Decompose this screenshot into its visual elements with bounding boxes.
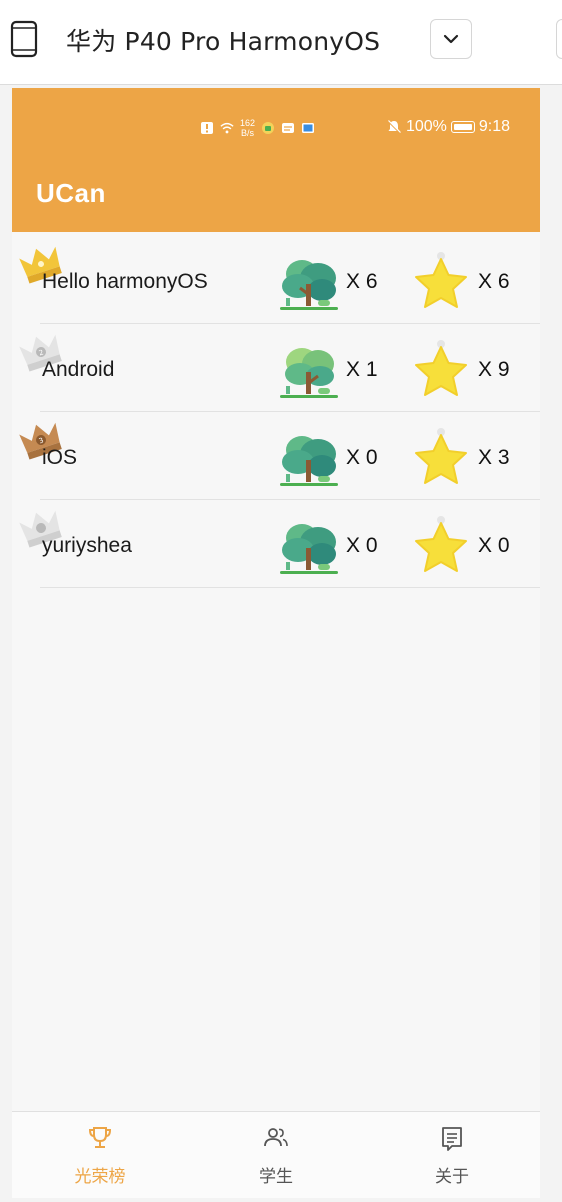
tree-count: X 6	[346, 270, 378, 293]
tab-label: 光荣榜	[74, 1167, 126, 1187]
star-icon	[415, 340, 467, 396]
status-bar: 162 B/s 100% 9:18	[12, 88, 540, 168]
tree-count: X 1	[346, 358, 378, 381]
device-toolbar: 华为 P40 Pro HarmonyOS	[0, 0, 562, 85]
tab-label: 学生	[259, 1167, 293, 1187]
user-name: iOS	[42, 446, 78, 469]
tree-icon	[280, 260, 338, 310]
user-name: Hello harmonyOS	[42, 270, 208, 293]
tree-icon	[280, 436, 338, 486]
star-icon	[415, 428, 467, 484]
alert-icon	[201, 122, 213, 134]
chevron-down-icon	[443, 34, 459, 44]
star-count: X 6	[478, 270, 510, 293]
phone-icon[interactable]	[10, 20, 38, 58]
star-count: X 3	[478, 446, 510, 469]
user-name: yuriyshea	[42, 534, 132, 557]
clock: 9:18	[478, 118, 510, 135]
tab-honor-board[interactable]: 光荣榜	[12, 1112, 188, 1198]
star-count: X 0	[478, 534, 510, 557]
screen-cast-icon	[302, 123, 315, 133]
phone-screen: 162 B/s 100% 9:18 UCan Hello harmonyOS X…	[12, 88, 540, 1198]
leaderboard-row[interactable]: 3 iOS X 0 X 3	[12, 412, 540, 500]
device-dropdown-button[interactable]	[430, 19, 472, 59]
network-speed: 162 B/s	[240, 118, 255, 138]
row-divider	[40, 587, 540, 588]
user-name: Android	[42, 358, 115, 381]
tree-count: X 0	[346, 446, 378, 469]
tab-label: 关于	[435, 1167, 469, 1187]
battery-icon	[450, 121, 475, 133]
android-debug-icon	[262, 122, 275, 134]
app-title: UCan	[36, 178, 106, 208]
message-icon	[282, 123, 295, 133]
tab-about[interactable]: 关于	[364, 1112, 540, 1198]
leaderboard-row[interactable]: 2 Android X 1 X 9	[12, 324, 540, 412]
leaderboard-list: Hello harmonyOS X 6 X 6 2 Android X 1 X …	[12, 236, 540, 588]
tree-icon	[280, 348, 338, 398]
bottom-tab-bar: 光荣榜 学生 关于	[12, 1111, 540, 1198]
tab-students[interactable]: 学生	[188, 1112, 364, 1198]
leaderboard-row[interactable]: Hello harmonyOS X 6 X 6	[12, 236, 540, 324]
battery-percent: 100%	[405, 118, 447, 135]
people-icon	[264, 1128, 288, 1147]
leaderboard-row[interactable]: yuriyshea X 0 X 0	[12, 500, 540, 588]
toolbar-edge-button[interactable]	[556, 19, 562, 59]
star-icon	[415, 516, 467, 572]
tree-count: X 0	[346, 534, 378, 557]
star-icon	[415, 252, 467, 308]
mute-bell-icon	[387, 120, 401, 134]
device-name: 华为 P40 Pro HarmonyOS	[66, 27, 381, 56]
status-icons-left: 162 B/s	[200, 118, 315, 138]
tree-icon	[280, 524, 338, 574]
notes-icon	[442, 1127, 462, 1151]
star-count: X 9	[478, 358, 510, 381]
status-icons-right: 100% 9:18	[386, 118, 510, 136]
trophy-icon	[88, 1127, 112, 1148]
network-speed-unit: B/s	[241, 128, 255, 138]
network-speed-value: 162	[240, 118, 256, 128]
wifi-icon	[220, 122, 234, 134]
app-header: 162 B/s 100% 9:18 UCan	[12, 88, 540, 232]
